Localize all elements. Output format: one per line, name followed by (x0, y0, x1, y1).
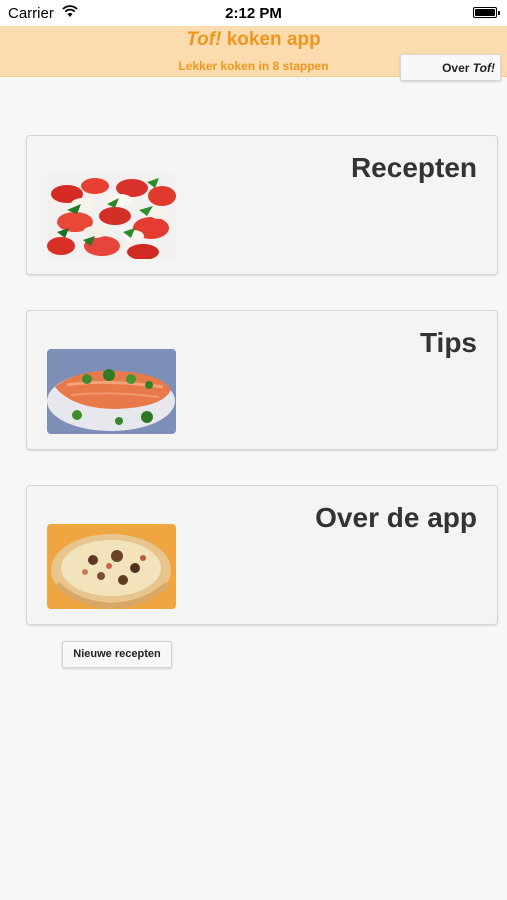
new-recipes-button[interactable]: Nieuwe recepten (62, 641, 172, 668)
status-bar: Carrier 2:12 PM (0, 0, 507, 26)
app-title-rest: koken app (221, 29, 321, 50)
card-title: Tips (419, 327, 477, 358)
app-header: Tof! koken app Lekker koken in 8 stappen… (0, 26, 507, 81)
salmon-dish-photo (47, 349, 176, 434)
app-title-brand: Tof! (186, 29, 222, 50)
card-over-de-app[interactable]: Over de app (26, 485, 498, 625)
card-recepten[interactable]: Recepten (26, 135, 498, 275)
card-title: Over de app (315, 502, 477, 533)
battery-icon (473, 7, 500, 18)
quiche-photo (47, 524, 176, 609)
about-button-prefix: Over (442, 61, 473, 75)
card-title: Recepten (350, 152, 477, 183)
card-tips[interactable]: Tips (26, 310, 498, 450)
clock-time: 2:12 PM (225, 5, 282, 22)
about-button-brand: Tof! (472, 61, 495, 75)
app-title: Tof! koken app (0, 29, 507, 51)
caprese-salad-photo (47, 174, 176, 259)
about-tof-button[interactable]: Over Tof! (400, 54, 501, 81)
